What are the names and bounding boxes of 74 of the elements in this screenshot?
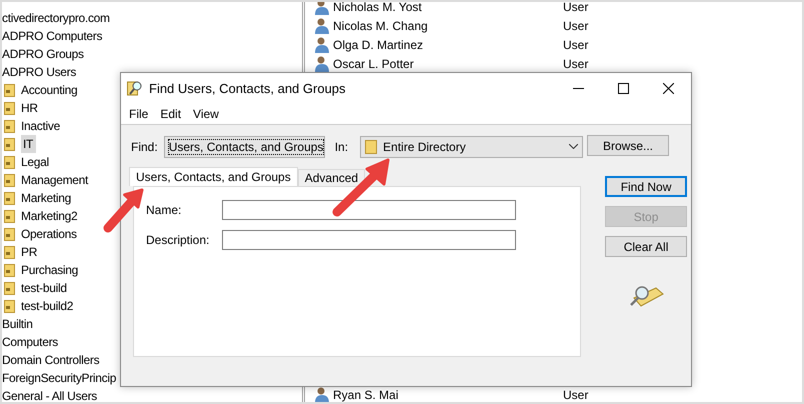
action-button[interactable]: Clear All bbox=[605, 236, 688, 257]
folder-icon bbox=[4, 282, 15, 294]
browse-button[interactable]: Browse... bbox=[587, 135, 669, 156]
folder-icon bbox=[4, 138, 15, 150]
find-dropdown[interactable]: Users, Contacts, and Groups bbox=[164, 136, 325, 158]
input-field[interactable] bbox=[222, 200, 516, 220]
tree-item[interactable]: ADPRO Groups bbox=[2, 45, 87, 63]
user-name[interactable]: Nicholas M. Yost bbox=[333, 2, 563, 14]
user-name[interactable]: Nicolas M. Chang bbox=[333, 18, 563, 32]
tree-item[interactable]: Management bbox=[21, 171, 92, 189]
annotation-arrow bbox=[104, 188, 144, 232]
close-icon[interactable] bbox=[663, 82, 674, 94]
tree-item[interactable]: Domain Controllers bbox=[2, 351, 102, 369]
tree-item[interactable]: IT bbox=[21, 135, 36, 153]
type-cell: User bbox=[563, 38, 588, 52]
user-name[interactable]: Ryan S. Mai bbox=[333, 388, 563, 402]
user-icon bbox=[315, 56, 329, 72]
menu-item[interactable]: Edit bbox=[154, 106, 188, 120]
tree-item[interactable]: Builtin bbox=[2, 315, 36, 333]
tree-item[interactable]: Purchasing bbox=[21, 261, 82, 279]
tree-item[interactable]: HR bbox=[21, 99, 41, 117]
find-label: Find: bbox=[131, 140, 158, 154]
folder-icon bbox=[4, 192, 15, 204]
tree-item[interactable]: PR bbox=[21, 243, 40, 261]
tree-item[interactable]: General - All Users bbox=[2, 387, 100, 402]
folder-icon bbox=[4, 102, 15, 114]
folder-icon bbox=[4, 120, 15, 132]
tree-item[interactable]: ctivedirectorypro.com bbox=[2, 9, 113, 27]
tree-item[interactable]: Marketing bbox=[21, 189, 74, 207]
type-cell: User bbox=[563, 388, 588, 402]
menu-item[interactable]: View bbox=[187, 106, 225, 120]
input-field[interactable] bbox=[222, 230, 516, 250]
chevron-down-icon bbox=[569, 144, 578, 149]
tree-item[interactable]: Marketing2 bbox=[21, 207, 80, 225]
tree-item[interactable]: Accounting bbox=[21, 81, 80, 99]
search-icon bbox=[628, 284, 664, 308]
tree-item[interactable]: ForeignSecurityPrincip bbox=[2, 369, 120, 387]
in-dropdown[interactable]: Entire Directory bbox=[360, 136, 584, 158]
user-name[interactable]: Oscar L. Potter bbox=[333, 56, 563, 70]
tree-item[interactable]: ADPRO Users bbox=[2, 63, 80, 81]
tree-item[interactable]: Operations bbox=[21, 225, 80, 243]
window-title: Find Users, Contacts, and Groups bbox=[149, 80, 347, 96]
folder-icon bbox=[4, 264, 15, 276]
tab[interactable]: Users, Contacts, and Groups bbox=[129, 167, 298, 186]
field-label: Description: bbox=[146, 233, 210, 247]
tree-item[interactable]: ADPRO Computers bbox=[2, 27, 106, 45]
type-cell: User bbox=[563, 2, 588, 14]
in-label: In: bbox=[334, 140, 348, 154]
type-cell: User bbox=[563, 18, 588, 32]
field-label: Name: bbox=[146, 203, 182, 217]
folder-icon bbox=[4, 84, 15, 96]
tab[interactable]: Advanced bbox=[298, 169, 366, 186]
action-button[interactable]: Find Now bbox=[605, 176, 688, 197]
tree-item[interactable]: test-build bbox=[21, 279, 70, 297]
user-icon bbox=[315, 2, 329, 14]
user-icon bbox=[315, 36, 329, 52]
tree-item[interactable]: Legal bbox=[21, 153, 52, 171]
folder-icon bbox=[365, 140, 378, 154]
user-icon bbox=[315, 18, 329, 34]
tree-item[interactable]: Computers bbox=[2, 333, 61, 351]
maximize-icon[interactable] bbox=[618, 82, 629, 94]
folder-icon bbox=[4, 174, 15, 186]
type-cell: User bbox=[563, 56, 588, 70]
folder-icon bbox=[4, 300, 15, 312]
search-icon bbox=[127, 80, 143, 96]
folder-icon bbox=[4, 210, 15, 222]
folder-icon bbox=[4, 246, 15, 258]
user-name[interactable]: Olga D. Martinez bbox=[333, 38, 563, 52]
tree-item[interactable]: Inactive bbox=[21, 117, 63, 135]
tree-item[interactable]: test-build2 bbox=[21, 297, 76, 315]
folder-icon bbox=[4, 156, 15, 168]
folder-icon bbox=[4, 228, 15, 240]
menu-item[interactable]: File bbox=[123, 106, 154, 120]
user-icon bbox=[315, 386, 329, 402]
